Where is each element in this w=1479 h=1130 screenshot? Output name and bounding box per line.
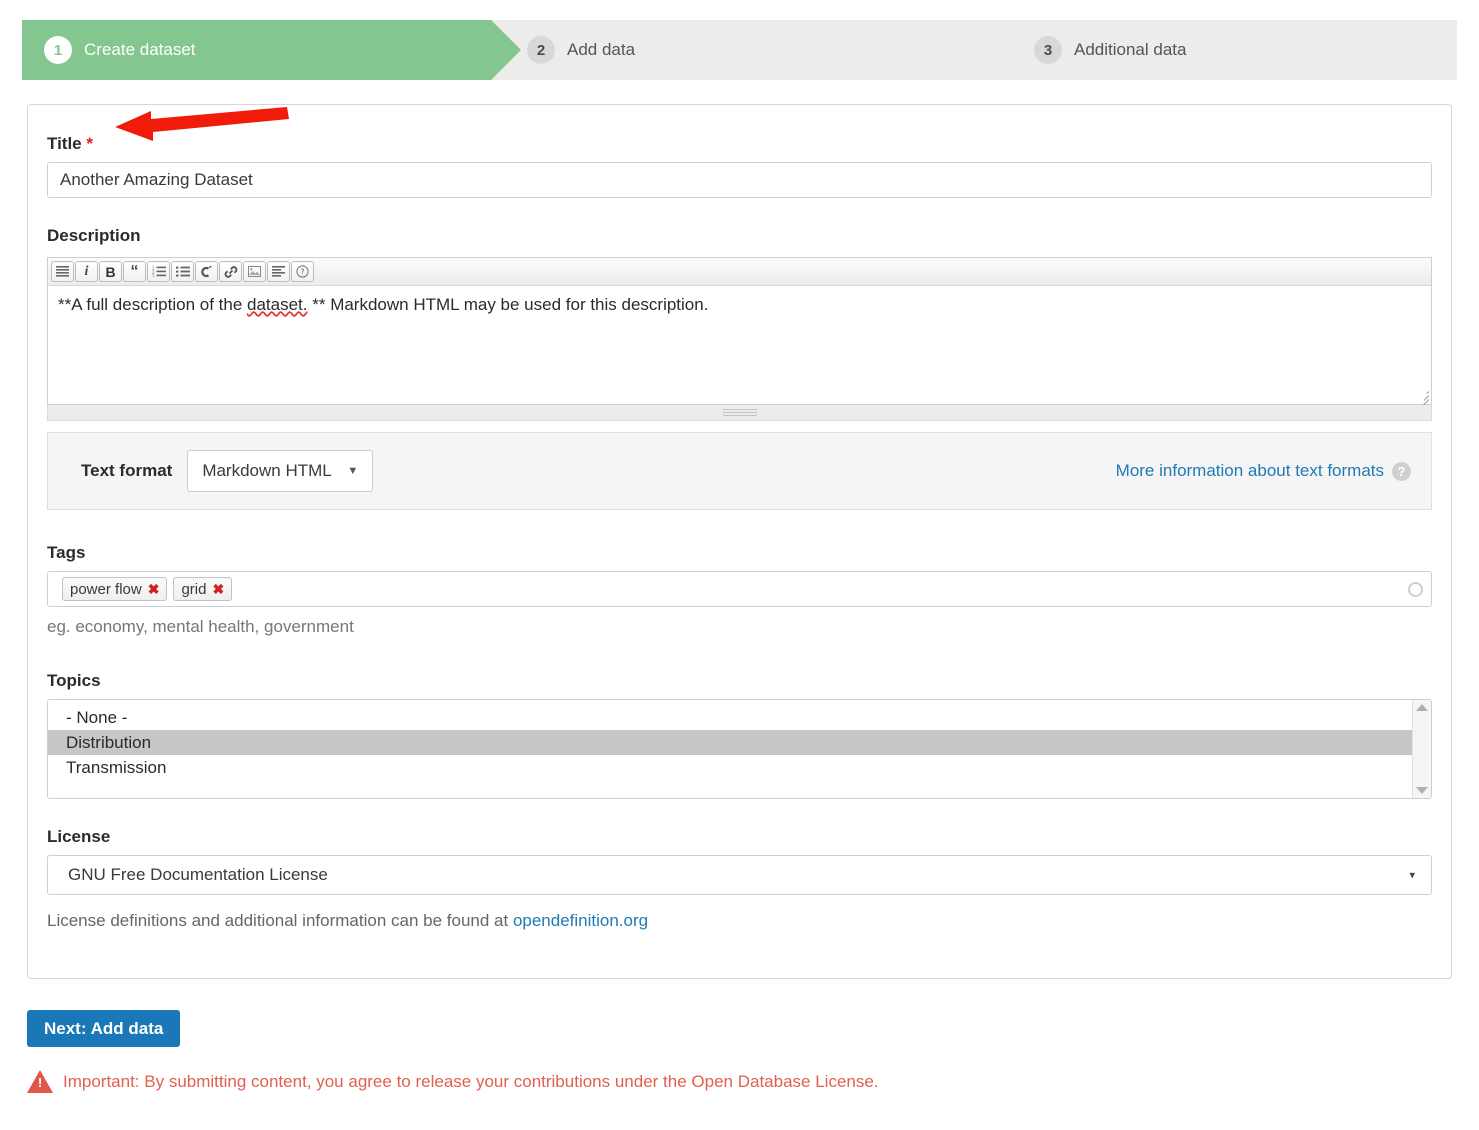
ordered-list-icon[interactable]: 1 2 3 <box>147 261 170 282</box>
editor-resize-grip[interactable] <box>47 405 1432 421</box>
topics-listbox[interactable]: - None - Distribution Transmission <box>47 699 1432 799</box>
description-text-b: ** Markdown HTML may be used for this de… <box>307 295 709 314</box>
license-label: License <box>47 827 111 846</box>
align-justify-icon[interactable] <box>51 261 74 282</box>
title-input[interactable] <box>47 162 1432 198</box>
tags-input[interactable]: power flow ✖ grid ✖ <box>47 571 1432 607</box>
italic-icon[interactable]: i <box>75 261 98 282</box>
license-warning: ! Important: By submitting content, you … <box>27 1070 879 1093</box>
topics-option-none[interactable]: - None - <box>48 705 1412 730</box>
more-info-text-formats-link[interactable]: More information about text formats ? <box>1116 461 1411 481</box>
text-format-select[interactable]: Markdown HTML ▼ <box>187 450 374 492</box>
scroll-up-icon[interactable] <box>1416 704 1428 711</box>
tag-label: grid <box>181 580 207 598</box>
unlink-icon[interactable] <box>195 261 218 282</box>
step-label-create-dataset: Create dataset <box>84 40 196 59</box>
tags-label: Tags <box>47 543 86 562</box>
scroll-down-icon[interactable] <box>1416 787 1428 794</box>
license-select[interactable]: GNU Free Documentation License ▾ <box>47 855 1432 895</box>
progress-step-create-dataset[interactable]: 1 Create dataset <box>22 20 521 80</box>
loading-spinner-icon <box>1408 581 1423 597</box>
description-editor: i B “ 1 2 3 ? **A full description of th… <box>47 257 1432 408</box>
tag-chip: power flow ✖ <box>62 577 168 601</box>
image-icon[interactable] <box>243 261 266 282</box>
create-dataset-page: 1 Create dataset 2 Add data 3 Additional… <box>0 0 1479 1130</box>
opendefinition-link[interactable]: opendefinition.org <box>513 911 648 930</box>
tag-label: power flow <box>70 580 142 598</box>
description-label: Description <box>47 226 141 245</box>
progress-step-additional-data[interactable]: 3 Additional data <box>962 20 1432 80</box>
tag-remove-icon[interactable]: ✖ <box>212 582 224 596</box>
text-format-label: Text format <box>81 461 173 480</box>
title-label: Title * <box>47 134 93 154</box>
grip-lines-icon <box>722 409 757 416</box>
progress-step-add-data[interactable]: 2 Add data <box>492 20 962 80</box>
unordered-list-icon[interactable] <box>171 261 194 282</box>
progress-steps: 1 Create dataset 2 Add data 3 Additional… <box>22 20 1457 80</box>
bold-icon[interactable]: B <box>99 261 122 282</box>
chevron-down-icon: ▾ <box>1409 869 1415 882</box>
tag-remove-icon[interactable]: ✖ <box>148 582 160 596</box>
topics-option-transmission[interactable]: Transmission <box>48 755 1412 780</box>
dataset-form-card: Title * Description i B <box>27 104 1452 979</box>
description-textarea[interactable]: **A full description of the dataset. ** … <box>48 286 1431 404</box>
license-selected-value: GNU Free Documentation License <box>68 865 328 884</box>
topics-scrollbar[interactable] <box>1412 700 1431 798</box>
warning-triangle-icon: ! <box>27 1070 53 1093</box>
svg-text:?: ? <box>300 268 304 277</box>
more-info-link-label: More information about text formats <box>1115 461 1384 480</box>
step-label-add-data: Add data <box>567 40 636 59</box>
description-text-a: **A full description of the <box>58 295 248 314</box>
text-format-bar: Text format Markdown HTML ▼ More informa… <box>47 432 1432 510</box>
description-toolbar: i B “ 1 2 3 ? <box>48 258 1431 286</box>
step-number-3: 3 <box>1034 36 1062 64</box>
license-note-prefix: License definitions and additional infor… <box>47 911 513 930</box>
description-misspelled-word: dataset. <box>247 295 308 314</box>
topics-option-list: - None - Distribution Transmission <box>48 700 1412 798</box>
license-note: License definitions and additional infor… <box>47 911 648 931</box>
svg-text:3: 3 <box>152 274 155 277</box>
chevron-down-icon: ▼ <box>347 465 359 477</box>
step-number-1: 1 <box>44 36 72 64</box>
warning-text: Important: By submitting content, you ag… <box>63 1071 879 1091</box>
topics-label: Topics <box>47 671 101 690</box>
link-icon[interactable] <box>219 261 242 282</box>
tag-chip: grid ✖ <box>173 577 233 601</box>
text-format-selected-value: Markdown HTML <box>202 461 332 480</box>
step-number-2: 2 <box>527 36 555 64</box>
step-label-additional-data: Additional data <box>1074 40 1187 59</box>
topics-option-distribution[interactable]: Distribution <box>48 730 1412 755</box>
align-left-icon[interactable] <box>267 261 290 282</box>
title-required-mark: * <box>86 134 93 153</box>
next-add-data-button[interactable]: Next: Add data <box>27 1010 181 1047</box>
quote-icon[interactable]: “ <box>123 261 146 282</box>
help-icon[interactable]: ? <box>291 261 314 282</box>
tags-hint-text: eg. economy, mental health, government <box>47 617 354 636</box>
question-mark-icon: ? <box>1392 461 1411 481</box>
title-label-text: Title <box>47 134 82 153</box>
